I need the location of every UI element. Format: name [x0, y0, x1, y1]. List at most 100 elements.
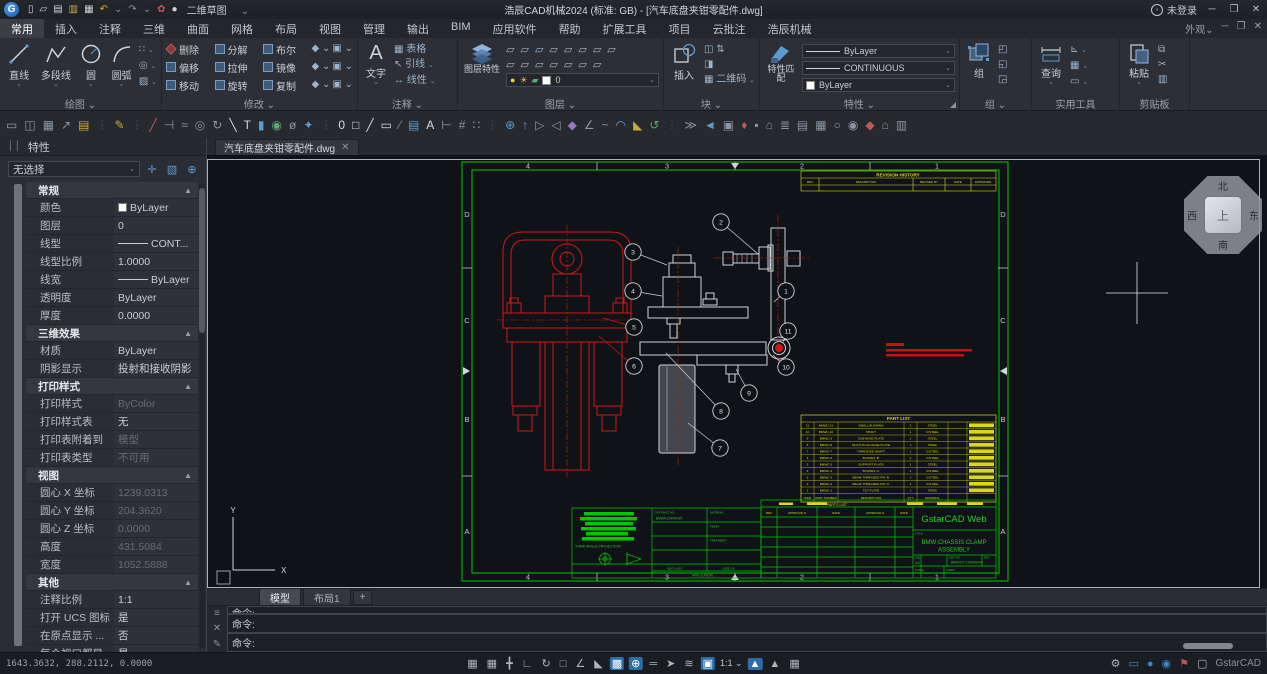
status-toggle-icon[interactable]: ◣	[592, 657, 604, 670]
classic-toolbar-icon[interactable]: ↻	[212, 118, 222, 132]
match-properties-button[interactable]: 特性匹配	[764, 40, 798, 96]
modify-button-偏移[interactable]: 偏移	[166, 60, 213, 75]
panel-properties-label[interactable]: 特性 ⌄ ◢	[760, 96, 959, 110]
classic-toolbar-icon[interactable]: ↗	[61, 118, 71, 132]
viewcube-top[interactable]: 上	[1204, 196, 1242, 234]
dialog-launcher-icon[interactable]: ◢	[950, 100, 956, 109]
ribbon-tab[interactable]: 曲面	[176, 19, 220, 38]
classic-toolbar-icon[interactable]: ◠	[616, 118, 626, 132]
copy-clip-icon[interactable]: ⧉	[1158, 44, 1167, 56]
property-value[interactable]: 模型	[114, 431, 198, 448]
palette-section-其他[interactable]: 其他▲	[26, 574, 198, 591]
compass-north[interactable]: 北	[1218, 178, 1228, 193]
classic-toolbar-icon[interactable]: ⌂	[766, 118, 773, 132]
property-value[interactable]: ByColor	[114, 395, 198, 412]
classic-toolbar-icon[interactable]: ⊕	[505, 118, 515, 132]
ungroup-icon[interactable]: ◰	[998, 44, 1007, 56]
property-value[interactable]: 是	[114, 645, 198, 652]
select-objects-icon[interactable]: ▧	[164, 163, 180, 176]
redo-icon[interactable]: ↷	[128, 4, 136, 15]
open-icon[interactable]: ▱	[40, 4, 48, 15]
cmd-grip-icon[interactable]: ≡	[214, 608, 220, 619]
compass-south[interactable]: 南	[1218, 237, 1228, 252]
layer-tool-icon[interactable]: ▱	[593, 43, 601, 56]
status-toggle-icon[interactable]: ▣	[701, 657, 715, 670]
status-toggle-icon[interactable]: ≋	[682, 657, 695, 670]
modify-button-旋转[interactable]: 旋转	[215, 78, 262, 93]
classic-toolbar-icon[interactable]: ⊣	[164, 118, 174, 132]
palette-grip-bar[interactable]	[14, 184, 22, 646]
lineweight-dropdown[interactable]: ByLayer⌄	[802, 44, 955, 58]
status-toggle-icon[interactable]: ▦	[465, 657, 479, 670]
property-value[interactable]: ByLayer	[114, 289, 198, 306]
appearance-menu[interactable]: 外观⌄	[1185, 21, 1213, 36]
layer-dropdown[interactable]: ● ☀ ▰ 0 ⌄	[506, 73, 659, 87]
layer-tool-icon[interactable]: ▱	[593, 58, 601, 71]
doc-close-button[interactable]: ✕	[1254, 21, 1262, 36]
layer-tool-icon[interactable]: ▱	[578, 58, 586, 71]
palette-section-常规[interactable]: 常规▲	[26, 182, 198, 199]
modify-extra-icon[interactable]: ◆ ⌄	[312, 43, 331, 55]
group-edit-icon[interactable]: ◱	[998, 59, 1007, 71]
classic-toolbar-icon[interactable]: ◄	[704, 118, 716, 132]
palette-scrollbar[interactable]	[199, 184, 205, 648]
compass-east[interactable]: 东	[1249, 208, 1259, 223]
classic-toolbar-icon[interactable]: ◆	[568, 118, 577, 132]
classic-toolbar-icon[interactable]: ◎	[195, 118, 205, 132]
redo-caret-icon[interactable]: ⌄	[143, 4, 151, 15]
cmd-close-icon[interactable]: ✕	[213, 623, 221, 634]
layer-tool-icon[interactable]: ▱	[549, 58, 557, 71]
hatch-tool-icon[interactable]: ▨ ⌄	[139, 76, 157, 89]
tab-layout1[interactable]: 布局1	[303, 588, 351, 607]
leader-button[interactable]: ↖ 引线 ⌄	[394, 59, 435, 72]
modify-button-布尔[interactable]: 布尔	[263, 42, 310, 57]
classic-toolbar-icon[interactable]: ≣	[780, 118, 790, 132]
linear-dim-button[interactable]: ↔ 线性 ⌄	[394, 75, 435, 88]
block-attach-icon[interactable]: ◨	[704, 59, 755, 71]
layer-tool-icon[interactable]: ▱	[520, 43, 528, 56]
document-tab[interactable]: 汽车底盘夹钳零配件.dwg ✕	[215, 139, 359, 155]
property-value[interactable]: ByLayer	[114, 342, 198, 359]
command-scrollbar[interactable]	[1183, 643, 1233, 649]
classic-toolbar-icon[interactable]: ╲	[229, 118, 236, 132]
command-input[interactable]: 命令:	[227, 633, 1267, 652]
quick-select-icon[interactable]: ⊕	[184, 163, 200, 176]
quick-select-icon[interactable]: ▭ ⌄	[1070, 76, 1088, 89]
classic-toolbar-icon[interactable]: ♦	[741, 118, 747, 132]
annotation-icon[interactable]: ▲	[767, 658, 782, 670]
ribbon-tab[interactable]: 输出	[396, 19, 440, 38]
ribbon-tab[interactable]: 应用软件	[482, 19, 548, 38]
cut-clip-icon[interactable]: ✂	[1158, 59, 1167, 71]
property-value[interactable]: 1.0000	[114, 253, 198, 270]
modify-button-分解[interactable]: 分解	[215, 42, 262, 57]
classic-toolbar-icon[interactable]: □	[352, 118, 359, 132]
property-value[interactable]: 204.3620	[114, 502, 198, 519]
property-value[interactable]: 1239.0313	[114, 484, 198, 501]
group-button[interactable]: 组	[964, 40, 994, 96]
ribbon-tab[interactable]: 管理	[352, 19, 396, 38]
login-button[interactable]: ◦未登录	[1151, 2, 1197, 17]
palette-section-三维效果[interactable]: 三维效果▲	[26, 325, 198, 342]
classic-toolbar-icon[interactable]: ◁	[551, 118, 560, 132]
classic-toolbar-icon[interactable]: ▭	[381, 118, 392, 132]
annotation-scale[interactable]: 1:1 ⌄	[720, 658, 743, 669]
status-toggle-icon[interactable]: ▦	[485, 657, 499, 670]
display-icon[interactable]: ▭	[1128, 657, 1138, 670]
panel-annotate-label[interactable]: 注释 ⌄	[358, 96, 457, 110]
qr-code-button[interactable]: ▦ 二维码 ⌄	[704, 74, 755, 87]
selection-dropdown[interactable]: 无选择⌄	[8, 161, 140, 177]
modify-button-删除[interactable]: 删除	[166, 42, 213, 57]
workspace-switcher[interactable]: 二维草图⌄	[187, 2, 249, 17]
classic-toolbar-icon[interactable]: ⁄	[399, 118, 401, 132]
property-value[interactable]: 431.5084	[114, 538, 198, 555]
save-as-icon[interactable]: ▥	[69, 4, 78, 15]
modify-extra-icon[interactable]: ◆ ⌄	[312, 61, 331, 73]
classic-toolbar-icon[interactable]: ø	[289, 118, 296, 132]
close-button[interactable]: ✕	[1249, 4, 1263, 15]
property-value[interactable]: 0.0000	[114, 520, 198, 537]
paste-button[interactable]: 粘贴⌄	[1124, 40, 1154, 96]
ribbon-tab[interactable]: 浩辰机械	[757, 19, 823, 38]
color-dropdown[interactable]: ByLayer⌄	[802, 78, 955, 92]
circle-button[interactable]: 圆⌄	[78, 40, 105, 96]
property-value[interactable]: 是	[114, 609, 198, 626]
